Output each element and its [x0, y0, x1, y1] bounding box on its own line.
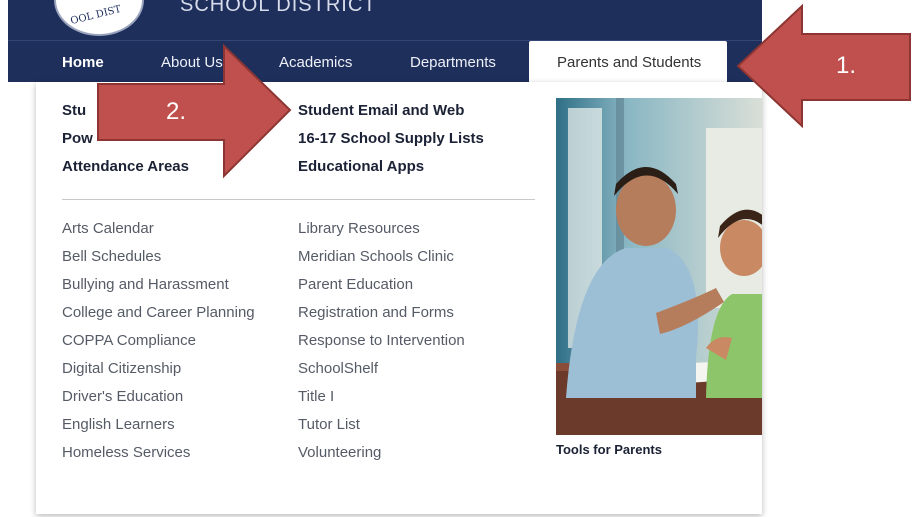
menu-link[interactable]: Bell Schedules	[62, 248, 161, 265]
menu-link[interactable]: Bullying and Harassment	[62, 276, 229, 293]
menu-link[interactable]: Volunteering	[298, 444, 381, 461]
menu-link[interactable]: Driver's Education	[62, 388, 183, 405]
menu-link-featured[interactable]: Pow	[62, 130, 93, 147]
district-logo-text: OOL DIST	[69, 3, 123, 28]
menu-divider	[62, 199, 535, 200]
menu-link[interactable]: Homeless Services	[62, 444, 190, 461]
menu-link-school-supply-lists[interactable]: 16-17 School Supply Lists	[298, 130, 484, 147]
annotation-label-1: 1.	[836, 52, 857, 79]
menu-link[interactable]: Registration and Forms	[298, 304, 454, 321]
district-name: SCHOOL DISTRICT	[180, 0, 377, 16]
menu-link[interactable]: English Learners	[62, 416, 175, 433]
annotation-arrow-1	[736, 4, 911, 129]
annotation-arrow-2	[97, 43, 292, 179]
nav-departments[interactable]: Departments	[410, 41, 496, 83]
tools-for-parents-caption[interactable]: Tools for Parents	[556, 442, 662, 457]
menu-link[interactable]: Arts Calendar	[62, 220, 154, 237]
tools-for-parents-photo[interactable]	[556, 98, 762, 435]
menu-link[interactable]: SchoolShelf	[298, 360, 378, 377]
annotation-label-2: 2.	[166, 98, 187, 125]
menu-link[interactable]: College and Career Planning	[62, 304, 255, 321]
menu-link[interactable]: Meridian Schools Clinic	[298, 248, 454, 265]
menu-link[interactable]: Title I	[298, 388, 334, 405]
menu-link[interactable]: Digital Citizenship	[62, 360, 181, 377]
menu-link[interactable]: Tutor List	[298, 416, 360, 433]
menu-link-featured[interactable]: Stu	[62, 102, 86, 119]
menu-link-student-email[interactable]: Student Email and Web	[298, 102, 464, 119]
nav-parents-and-students[interactable]: Parents and Students	[529, 41, 728, 84]
menu-link[interactable]: Library Resources	[298, 220, 420, 237]
menu-link[interactable]: COPPA Compliance	[62, 332, 196, 349]
menu-link[interactable]: Response to Intervention	[298, 332, 465, 349]
district-logo[interactable]: OOL DIST	[54, 0, 144, 36]
menu-link[interactable]: Parent Education	[298, 276, 413, 293]
menu-link-educational-apps[interactable]: Educational Apps	[298, 158, 424, 175]
parent-child-illustration	[556, 98, 762, 435]
